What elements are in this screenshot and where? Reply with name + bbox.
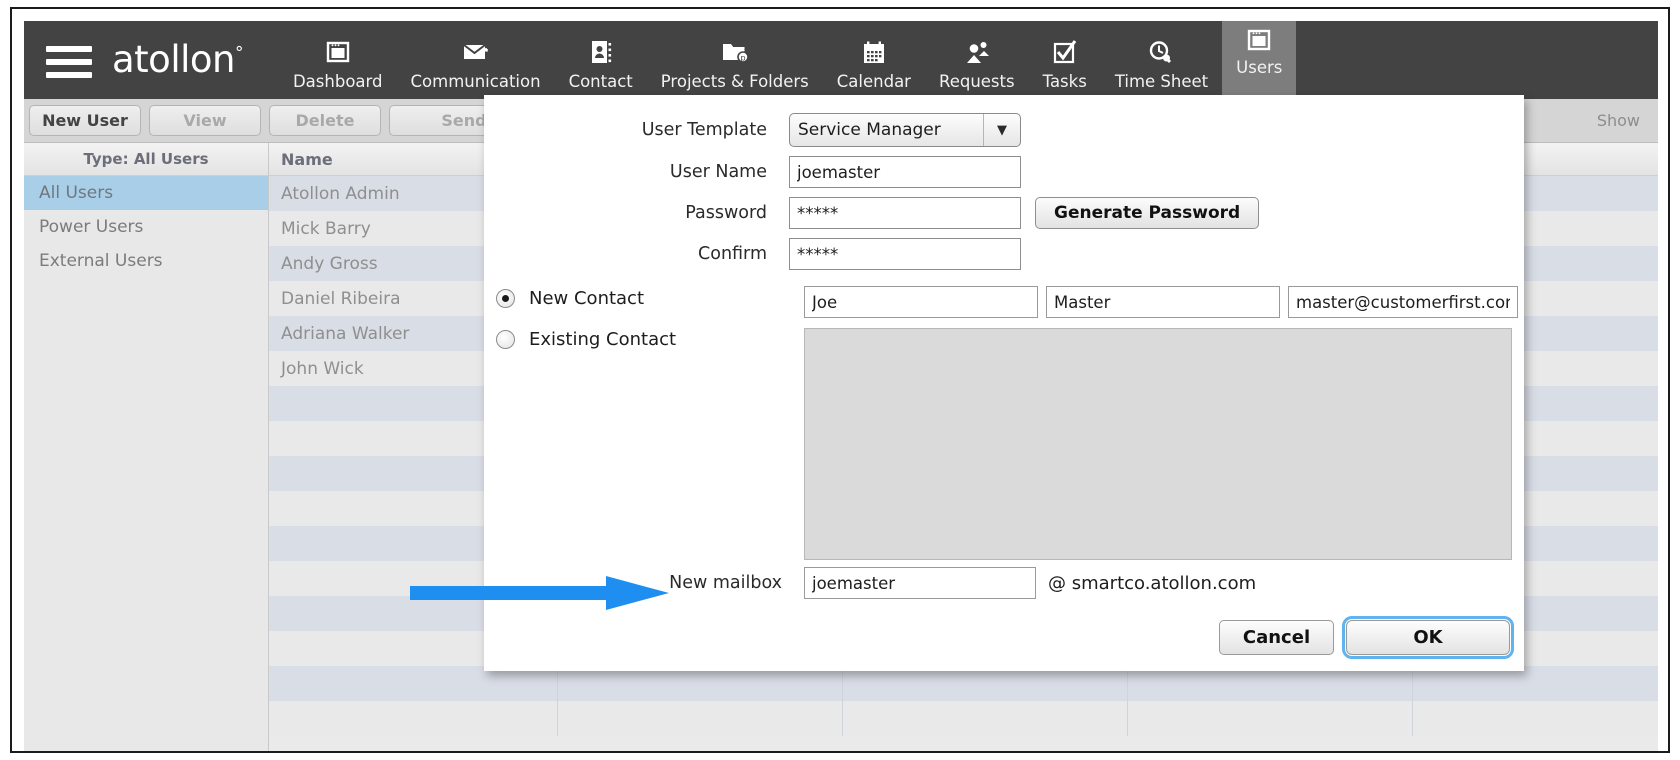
clock-search-icon (1148, 37, 1174, 67)
confirm-label: Confirm (698, 244, 767, 264)
nav-item-dashboard[interactable]: Dashboard (279, 21, 397, 99)
brand-mark: ° (234, 43, 244, 64)
nav-item-users[interactable]: Users (1222, 21, 1297, 99)
generate-password-button[interactable]: Generate Password (1035, 197, 1260, 229)
new-mailbox-input[interactable] (804, 567, 1036, 599)
nav-item-contact[interactable]: Contact (555, 21, 647, 99)
application-window: atollon° Dashboard Communication Contact… (10, 7, 1670, 753)
nav-item-label: Communication (410, 72, 541, 91)
new-mailbox-label: New mailbox (669, 573, 782, 593)
nav-item-label: Calendar (836, 72, 911, 91)
user-template-select[interactable]: Service Manager ▼ (789, 113, 1021, 147)
mailbox-domain-suffix: @ smartco.atollon.com (1048, 572, 1257, 594)
user-type-panel: Type: All Users All Users Power Users Ex… (24, 143, 269, 751)
window-icon (1246, 27, 1272, 53)
column-header-name: Name (281, 149, 333, 169)
new-user-button[interactable]: New User (29, 105, 141, 136)
radio-existing-contact[interactable]: Existing Contact (484, 329, 804, 350)
address-book-icon (590, 37, 612, 67)
nav-item-projects-folders[interactable]: p Projects & Folders (647, 21, 823, 99)
user-name-label: User Name (669, 162, 767, 182)
first-name-input[interactable] (804, 286, 1038, 318)
email-input[interactable] (1288, 286, 1518, 318)
radio-existing-contact-label: Existing Contact (529, 329, 677, 350)
radio-new-contact[interactable]: New Contact (484, 288, 804, 309)
password-input[interactable] (789, 197, 1021, 229)
nav-item-label: Dashboard (292, 72, 383, 91)
user-name-input[interactable] (789, 156, 1021, 188)
radio-new-contact-icon[interactable] (496, 289, 515, 308)
field-row-user-name: User Name (484, 156, 1524, 188)
new-mailbox-row: New mailbox @ smartco.atollon.com (484, 567, 1524, 599)
password-label: Password (685, 203, 767, 223)
sidebar-item-external-users[interactable]: External Users (24, 244, 268, 278)
people-icon (964, 37, 990, 67)
contact-mode-radio-group: New Contact Existing Contact (484, 288, 804, 370)
sidebar-item-power-users[interactable]: Power Users (24, 210, 268, 244)
view-button[interactable]: View (149, 105, 261, 136)
table-row-empty[interactable] (269, 666, 1658, 701)
new-user-dialog: User Template Service Manager ▼ User Nam… (484, 95, 1524, 671)
nav-item-label: Projects & Folders (660, 72, 809, 91)
chevron-down-icon[interactable]: ▼ (983, 114, 1020, 146)
nav-item-label: Tasks (1042, 72, 1087, 91)
hamburger-icon[interactable] (46, 41, 98, 83)
nav-item-label: Contact (568, 72, 633, 91)
top-navigation-bar: atollon° Dashboard Communication Contact… (24, 21, 1658, 99)
sidebar-item-all-users[interactable]: All Users (24, 176, 268, 210)
nav-items: Dashboard Communication Contact p Projec… (279, 21, 1297, 99)
nav-item-communication[interactable]: Communication (397, 21, 555, 99)
field-row-confirm: Confirm (484, 238, 1524, 270)
cancel-button[interactable]: Cancel (1219, 620, 1334, 655)
dashboard-window-icon (325, 37, 351, 67)
folder-icon: p (721, 37, 749, 67)
nav-item-label: Requests (938, 72, 1015, 91)
nav-item-tasks[interactable]: Tasks (1029, 21, 1101, 99)
field-row-password: Password Generate Password (484, 197, 1524, 229)
user-template-value: Service Manager (798, 120, 941, 140)
nav-item-label: Time Sheet (1114, 72, 1209, 91)
last-name-input[interactable] (1046, 286, 1280, 318)
envelope-icon (462, 37, 490, 67)
existing-contact-list-area[interactable] (804, 328, 1512, 560)
svg-text:p: p (740, 53, 745, 62)
brand-name: atollon (112, 38, 235, 81)
checkbox-check-icon (1052, 37, 1078, 67)
nav-item-label: Users (1236, 58, 1283, 77)
field-row-user-template: User Template Service Manager ▼ (484, 113, 1524, 147)
radio-new-contact-label: New Contact (529, 288, 645, 309)
confirm-password-input[interactable] (789, 238, 1021, 270)
brand-logo: atollon° (112, 38, 243, 81)
user-type-panel-header: Type: All Users (24, 143, 268, 176)
nav-item-requests[interactable]: Requests (925, 21, 1029, 99)
show-button[interactable]: Show (1597, 111, 1644, 130)
nav-item-time-sheet[interactable]: Time Sheet (1101, 21, 1222, 99)
delete-button[interactable]: Delete (269, 105, 381, 136)
contact-name-fields (804, 286, 1518, 318)
calendar-icon (862, 37, 886, 67)
nav-item-calendar[interactable]: Calendar (823, 21, 925, 99)
radio-existing-contact-icon[interactable] (496, 330, 515, 349)
dialog-form-top: User Template Service Manager ▼ User Nam… (484, 95, 1524, 270)
dialog-footer: Cancel OK (1219, 616, 1514, 659)
ok-button[interactable]: OK (1342, 616, 1514, 659)
app-root: atollon° Dashboard Communication Contact… (0, 0, 1680, 760)
table-row-empty[interactable] (269, 701, 1658, 736)
user-template-label: User Template (641, 120, 767, 140)
